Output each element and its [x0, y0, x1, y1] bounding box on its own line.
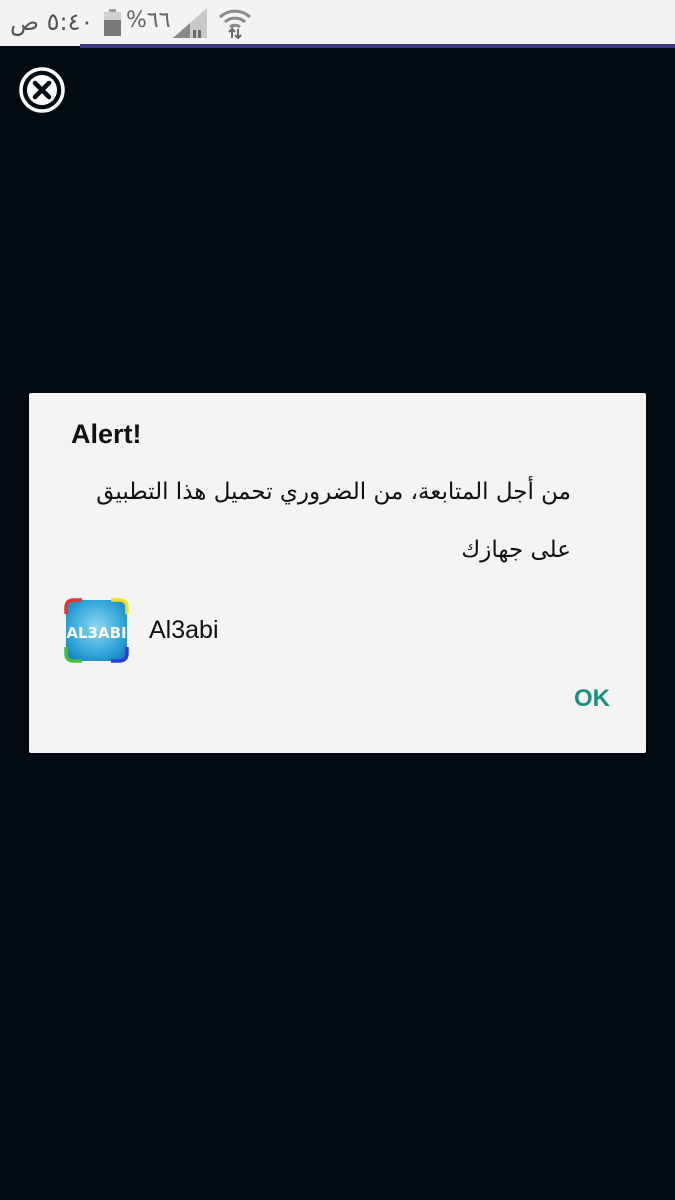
app-entry[interactable]: AL3ABI Al3abi	[64, 597, 219, 663]
svg-text:AL3ABI: AL3ABI	[66, 624, 126, 642]
app-icon: AL3ABI	[64, 597, 129, 663]
status-time: ٥:٤٠ ص	[10, 8, 94, 36]
close-icon[interactable]	[18, 66, 66, 114]
battery-icon	[104, 9, 121, 36]
signal-icon	[173, 8, 207, 38]
dialog-title: Alert!	[71, 419, 142, 449]
dialog-message: من أجل المتابعة، من الضروري تحميل هذا ال…	[96, 479, 571, 563]
ok-button[interactable]: OK	[572, 683, 612, 715]
battery-percentage: %٦٦	[126, 8, 171, 33]
wifi-icon	[218, 9, 252, 39]
status-divider	[80, 44, 675, 48]
app-name: Al3abi	[149, 615, 219, 644]
alert-dialog: Alert! من أجل المتابعة، من الضروري تحميل…	[29, 393, 646, 753]
status-bar: ٥:٤٠ ص %٦٦	[0, 0, 675, 46]
